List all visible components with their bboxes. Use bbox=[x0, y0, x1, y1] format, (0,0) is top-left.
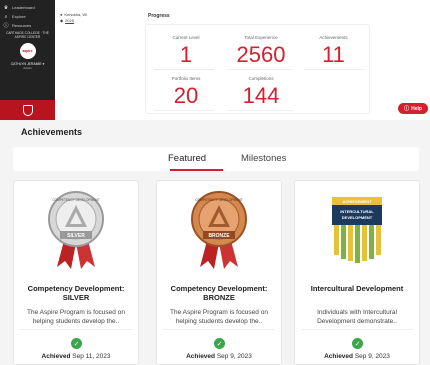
help-label: Help bbox=[411, 105, 422, 112]
stat-value: 11 bbox=[322, 42, 345, 67]
stat-completions: Completions 144 bbox=[221, 76, 301, 109]
stat-label: Current Level bbox=[172, 35, 200, 40]
divider bbox=[154, 69, 214, 70]
profile-year: 2025 bbox=[65, 18, 74, 23]
bronze-medal-icon: BRONZE COMPETENCY DEVELOPMENT bbox=[191, 190, 247, 269]
logo-text: aspire bbox=[22, 49, 33, 53]
chevron-down-icon: ▾ bbox=[42, 62, 45, 66]
shield-icon bbox=[22, 104, 33, 116]
organization-name: CARTHAGE COLLEGE · THE ASPIRE CENTER bbox=[6, 31, 49, 39]
svg-text:DEVELOPMENT: DEVELOPMENT bbox=[342, 215, 373, 220]
achievement-description: The Aspire Program is focused on helping… bbox=[170, 309, 268, 325]
graduation-cap-icon: ◆ bbox=[60, 18, 64, 23]
sidebar: ♛ Leaderboard ⌕ Explore ⓘ Resources CART… bbox=[0, 0, 55, 120]
badge-image: BRONZE COMPETENCY DEVELOPMENT bbox=[157, 181, 281, 276]
achievement-title: Competency Development: BRONZE bbox=[170, 284, 268, 302]
svg-text:SILVER: SILVER bbox=[67, 233, 85, 239]
location-pin-icon: ● bbox=[60, 12, 63, 17]
achieved-label: Achieved bbox=[324, 353, 354, 360]
sidebar-item-explore[interactable]: ⌕ Explore bbox=[0, 12, 55, 21]
achieved-date: Achieved Sep 11, 2023 bbox=[14, 353, 138, 360]
svg-text:COMPETENCY DEVELOPMENT: COMPETENCY DEVELOPMENT bbox=[195, 198, 242, 202]
profile-info: ● Kenosha, WI ◆ 2025 bbox=[60, 12, 87, 24]
stat-value: 20 bbox=[173, 83, 199, 108]
sidebar-item-leaderboard[interactable]: ♛ Leaderboard bbox=[0, 3, 55, 12]
achieved-date-value: Sep 11, 2023 bbox=[72, 353, 111, 360]
achievements-heading: Achievements bbox=[21, 127, 83, 137]
svg-text:ACHIEVEMENT: ACHIEVEMENT bbox=[342, 199, 372, 204]
divider bbox=[154, 110, 214, 111]
achieved-date-value: Sep 9, 2023 bbox=[216, 353, 252, 360]
help-button[interactable]: ⓘ Help bbox=[398, 103, 428, 114]
stat-label: Achievements bbox=[319, 35, 348, 40]
divider bbox=[304, 69, 364, 70]
sidebar-item-label: Explore bbox=[12, 14, 26, 19]
svg-text:BRONZE: BRONZE bbox=[208, 233, 230, 239]
badge-image: ACHIEVEMENT INTERCULTURAL DEVELOPMENT bbox=[295, 181, 419, 276]
tab-featured[interactable]: Featured bbox=[168, 153, 206, 164]
top-region: ♛ Leaderboard ⌕ Explore ⓘ Resources CART… bbox=[0, 0, 430, 120]
search-icon: ⌕ bbox=[4, 13, 8, 20]
user-role: Admin bbox=[23, 66, 32, 70]
divider bbox=[20, 329, 132, 330]
badge-image: SILVER COMPETENCY DEVELOPMENT bbox=[14, 181, 138, 276]
achievement-title: Intercultural Development bbox=[310, 284, 404, 293]
stat-portfolio-items: Portfolio Items 20 bbox=[151, 76, 221, 109]
organization-logo: aspire bbox=[19, 43, 36, 59]
achievements-section: Achievements Featured Milestones SILVER … bbox=[0, 120, 430, 365]
svg-text:INTERCULTURAL: INTERCULTURAL bbox=[340, 209, 374, 214]
divider bbox=[163, 329, 275, 330]
progress-card: Current Level 1 Total Experience 2560 Ac… bbox=[145, 24, 370, 114]
stat-current-level: Current Level 1 bbox=[151, 35, 221, 68]
sidebar-footer bbox=[0, 100, 55, 120]
stat-value: 144 bbox=[242, 83, 280, 108]
active-tab-indicator bbox=[170, 169, 223, 171]
achieved-date-value: Sep 9, 2023 bbox=[354, 353, 390, 360]
stat-label: Completions bbox=[248, 76, 274, 81]
sidebar-item-resources[interactable]: ⓘ Resources bbox=[0, 21, 55, 30]
stat-value: 2560 bbox=[236, 42, 286, 67]
achievement-title: Competency Development: SILVER bbox=[27, 284, 125, 302]
achievements-tabs: Featured Milestones bbox=[13, 147, 419, 171]
divider bbox=[301, 329, 413, 330]
stat-label: Portfolio Items bbox=[171, 76, 201, 81]
tab-milestones[interactable]: Milestones bbox=[241, 153, 286, 164]
progress-title: Progress bbox=[148, 13, 170, 19]
achievement-card[interactable]: SILVER COMPETENCY DEVELOPMENT Competency… bbox=[13, 180, 139, 365]
achieved-date: Achieved Sep 9, 2023 bbox=[157, 353, 281, 360]
sidebar-item-label: Leaderboard bbox=[12, 5, 35, 10]
sidebar-item-label: Resources bbox=[12, 23, 32, 28]
achieved-label: Achieved bbox=[41, 353, 71, 360]
info-icon: ⓘ bbox=[3, 23, 9, 29]
stat-total-experience: Total Experience 2560 bbox=[221, 35, 301, 68]
trophy-icon: ♛ bbox=[3, 4, 9, 11]
checkmark-icon: ✓ bbox=[71, 338, 82, 349]
silver-medal-icon: SILVER COMPETENCY DEVELOPMENT bbox=[48, 190, 104, 269]
question-circle-icon: ⓘ bbox=[404, 106, 410, 112]
svg-text:COMPETENCY DEVELOPMENT: COMPETENCY DEVELOPMENT bbox=[52, 198, 99, 202]
achievement-card[interactable]: BRONZE COMPETENCY DEVELOPMENT Competency… bbox=[156, 180, 282, 365]
profile-location: Kenosha, WI bbox=[64, 12, 88, 17]
achievement-description: Individuals with Intercultural Developme… bbox=[317, 309, 397, 325]
stat-value: 1 bbox=[179, 42, 193, 67]
achieved-label: Achieved bbox=[186, 353, 216, 360]
checkmark-icon: ✓ bbox=[214, 338, 225, 349]
achievement-description: The Aspire Program is focused on helping… bbox=[27, 309, 125, 325]
intercultural-badge-icon: ACHIEVEMENT INTERCULTURAL DEVELOPMENT bbox=[332, 196, 382, 263]
stat-achievements: Achievements 11 bbox=[301, 35, 366, 68]
stat-label: Total Experience bbox=[244, 35, 278, 40]
divider bbox=[228, 69, 293, 70]
achievement-card[interactable]: ACHIEVEMENT INTERCULTURAL DEVELOPMENT In… bbox=[294, 180, 420, 365]
checkmark-icon: ✓ bbox=[352, 338, 363, 349]
divider bbox=[228, 110, 293, 111]
achieved-date: Achieved Sep 9, 2023 bbox=[295, 353, 419, 360]
